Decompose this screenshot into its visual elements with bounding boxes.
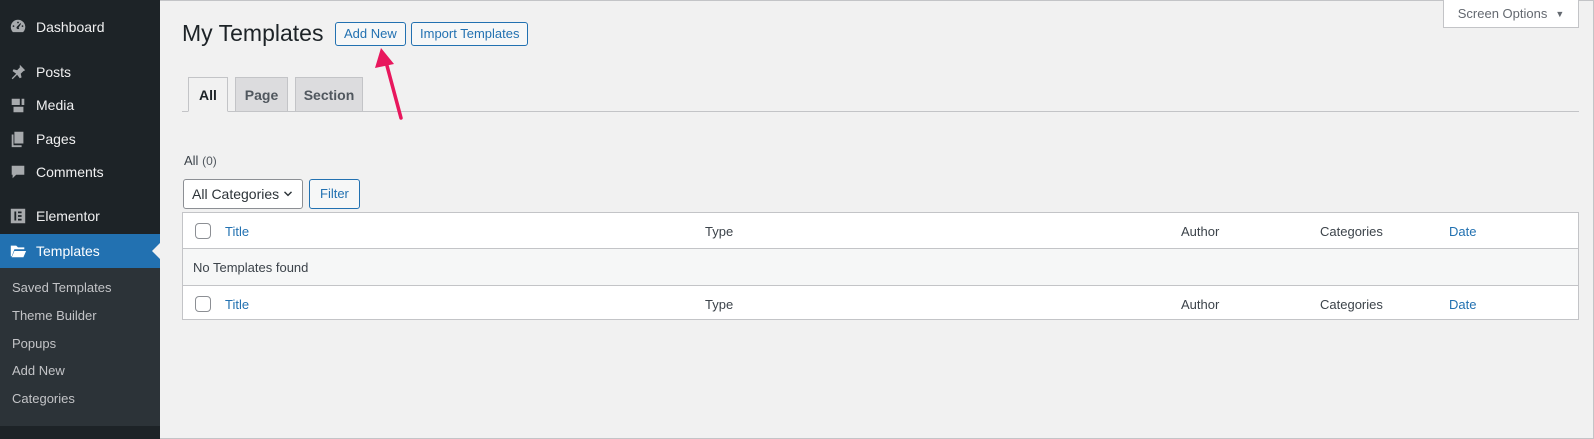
submenu-add-new[interactable]: Add New bbox=[12, 363, 65, 378]
admin-sidebar: Dashboard Posts Media Pages Comments Ele… bbox=[0, 0, 160, 439]
column-author: Author bbox=[1181, 223, 1220, 239]
media-icon bbox=[9, 96, 27, 114]
column-type: Type bbox=[705, 223, 734, 239]
submenu-categories[interactable]: Categories bbox=[12, 391, 75, 406]
column-title-footer[interactable]: Title bbox=[225, 286, 249, 322]
folder-icon bbox=[9, 242, 27, 260]
sidebar-item-media[interactable]: Media bbox=[0, 88, 160, 122]
templates-table: Title Type Author Categories Date No Tem… bbox=[182, 212, 1579, 320]
column-date-footer[interactable]: Date bbox=[1449, 286, 1476, 322]
column-date[interactable]: Date bbox=[1449, 213, 1476, 249]
sidebar-item-posts[interactable]: Posts bbox=[0, 55, 160, 89]
sidebar-item-pages[interactable]: Pages bbox=[0, 122, 160, 156]
column-categories-footer: Categories bbox=[1320, 296, 1383, 312]
column-categories: Categories bbox=[1320, 223, 1383, 239]
sidebar-item-elementor[interactable]: Elementor bbox=[0, 199, 160, 233]
select-all-checkbox[interactable] bbox=[195, 223, 211, 239]
sidebar-item-dashboard[interactable]: Dashboard bbox=[0, 10, 160, 44]
category-select[interactable]: All Categories bbox=[183, 179, 303, 209]
sidebar-item-label: Posts bbox=[36, 64, 72, 80]
submenu-theme-builder[interactable]: Theme Builder bbox=[12, 308, 97, 323]
tabs-divider bbox=[182, 111, 1579, 112]
add-new-button[interactable]: Add New bbox=[335, 22, 406, 46]
sidebar-item-label: Dashboard bbox=[36, 19, 105, 35]
caret-down-icon: ▼ bbox=[1555, 8, 1565, 19]
sidebar-item-templates[interactable]: Templates bbox=[0, 234, 160, 268]
pages-icon bbox=[9, 130, 27, 148]
table-footer-row: Title Type Author Categories Date bbox=[183, 285, 1578, 321]
status-filter-all[interactable]: All (0) bbox=[184, 153, 217, 168]
status-all-count: (0) bbox=[202, 154, 217, 168]
templates-submenu: Saved Templates Theme Builder Popups Add… bbox=[0, 268, 160, 426]
table-header-row: Title Type Author Categories Date bbox=[183, 213, 1578, 249]
tab-all[interactable]: All bbox=[188, 77, 228, 112]
screen-options-button[interactable]: Screen Options ▼ bbox=[1443, 0, 1579, 28]
sidebar-item-label: Comments bbox=[36, 164, 104, 180]
table-row: No Templates found bbox=[183, 249, 1578, 285]
tab-section[interactable]: Section bbox=[295, 77, 363, 112]
import-templates-button[interactable]: Import Templates bbox=[411, 22, 529, 46]
chevron-down-icon bbox=[284, 191, 292, 197]
column-author-footer: Author bbox=[1181, 296, 1220, 312]
dashboard-icon bbox=[9, 18, 27, 36]
screen-options-label: Screen Options bbox=[1457, 6, 1548, 21]
category-select-value: All Categories bbox=[192, 186, 280, 202]
pin-icon bbox=[9, 63, 27, 81]
sidebar-item-comments[interactable]: Comments bbox=[0, 155, 160, 189]
submenu-saved-templates[interactable]: Saved Templates bbox=[12, 280, 112, 295]
sidebar-item-label: Elementor bbox=[36, 208, 100, 224]
column-type-footer: Type bbox=[705, 296, 734, 312]
comment-icon bbox=[9, 163, 27, 181]
submenu-popups[interactable]: Popups bbox=[12, 336, 56, 351]
sidebar-item-label: Templates bbox=[36, 243, 100, 259]
sidebar-item-label: Pages bbox=[36, 131, 76, 147]
tab-page[interactable]: Page bbox=[235, 77, 288, 112]
filter-button[interactable]: Filter bbox=[309, 179, 360, 209]
status-all-label: All bbox=[184, 153, 199, 168]
elementor-icon bbox=[9, 207, 27, 225]
sidebar-item-label: Media bbox=[36, 97, 75, 113]
empty-message: No Templates found bbox=[193, 259, 309, 275]
page-title: My Templates bbox=[182, 20, 324, 46]
column-title[interactable]: Title bbox=[225, 213, 249, 249]
select-all-checkbox-footer[interactable] bbox=[195, 296, 211, 312]
